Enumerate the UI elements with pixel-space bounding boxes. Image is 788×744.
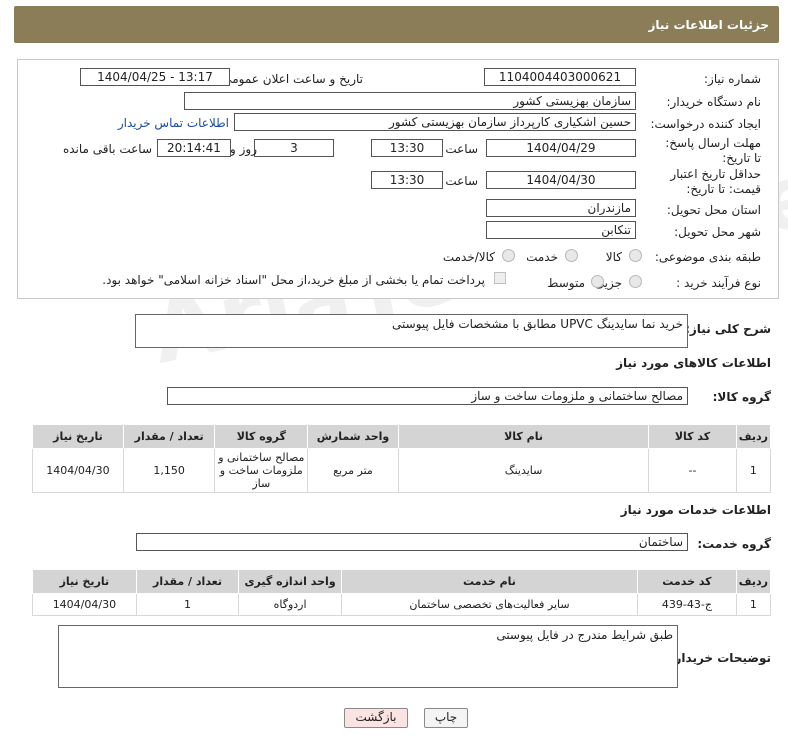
- deadline-label: مهلت ارسال پاسخ: تا تاریخ:: [665, 136, 761, 165]
- services-table-header: ردیف کد خدمت نام خدمت واحد اندازه گیری ت…: [32, 569, 772, 594]
- category-radio-goods[interactable]: [629, 249, 642, 262]
- process-option-medium: متوسط: [547, 276, 585, 290]
- validity-date-field: 1404/04/30: [486, 171, 636, 189]
- goods-cell-qty: 1,150: [122, 448, 216, 493]
- services-col-date: تاریخ نیاز: [32, 569, 137, 594]
- services-table: ردیف کد خدمت نام خدمت واحد اندازه گیری ت…: [32, 569, 772, 616]
- goods-cell-group: مصالح ساختمانی و ملزومات ساخت و ساز: [214, 448, 309, 493]
- services-cell-name: سایر فعالیت‌های تخصصی ساختمان: [340, 593, 639, 616]
- goods-table: ردیف کد کالا نام کالا واحد شمارش گروه کا…: [32, 424, 772, 493]
- creator-field: حسین اشکیاری کارپرداز سازمان بهزیستی کشو…: [234, 113, 636, 131]
- services-col-name: نام خدمت: [340, 569, 639, 594]
- buyer-org-label: نام دستگاه خریدار:: [666, 95, 762, 109]
- category-radio-service[interactable]: [565, 249, 578, 262]
- validity-time-field: 13:30: [371, 171, 443, 189]
- deadline-date-field: 1404/04/29: [486, 139, 636, 157]
- announce-field: 1404/04/25 - 13:17: [80, 68, 230, 86]
- province-label: استان محل تحویل:: [666, 203, 761, 217]
- services-section-title: اطلاعات خدمات مورد نیاز: [620, 503, 771, 517]
- contact-link[interactable]: اطلاعات تماس خریدار: [118, 116, 229, 130]
- services-cell-date: 1404/04/30: [32, 593, 137, 616]
- services-cell-code: ج-43-439: [637, 593, 737, 616]
- process-radio-medium[interactable]: [591, 275, 604, 288]
- goods-group-field: مصالح ساختمانی و ملزومات ساخت و ساز: [167, 387, 688, 405]
- goods-col-qty: تعداد / مقدار: [122, 424, 216, 449]
- goods-cell-date: 1404/04/30: [32, 448, 124, 493]
- city-field: تنکابن: [486, 221, 636, 239]
- need-number-field: 1104004403000621: [484, 68, 636, 86]
- category-option-goods: کالا: [605, 250, 622, 264]
- services-col-qty: تعداد / مقدار: [135, 569, 240, 594]
- summary-text: خرید نما سایدینگ UPVC مطابق با مشخصات فا…: [392, 317, 683, 331]
- buyer-notes-textarea: طبق شرایط مندرج در فایل پیوستی: [58, 625, 678, 688]
- goods-col-unit: واحد شمارش: [307, 424, 399, 449]
- services-col-unit: واحد اندازه گیری: [238, 569, 342, 594]
- deadline-time-label: ساعت: [445, 142, 478, 156]
- back-button[interactable]: بازگشت: [344, 708, 408, 728]
- province-field: مازندران: [486, 199, 636, 217]
- category-radio-goods-service[interactable]: [502, 249, 515, 262]
- category-option-service: خدمت: [526, 250, 558, 264]
- services-col-code: کد خدمت: [637, 569, 737, 594]
- goods-cell-code: --: [648, 448, 737, 493]
- services-group-label: گروه خدمت:: [697, 537, 771, 551]
- validity-time-label: ساعت: [445, 174, 478, 188]
- services-cell-row: 1: [735, 593, 772, 616]
- remaining-label: ساعت باقی مانده: [62, 142, 152, 156]
- services-cell-unit: اردوگاه: [238, 593, 342, 616]
- services-col-row: ردیف: [735, 569, 772, 594]
- payment-note: پرداخت تمام یا بخشی از مبلغ خرید،از محل …: [102, 273, 485, 287]
- payment-checkbox[interactable]: [494, 272, 506, 284]
- deadline-time-field: 13:30: [371, 139, 443, 157]
- services-group-field: ساختمان: [136, 533, 688, 551]
- buyer-org-field: سازمان بهزیستی کشور: [184, 92, 636, 110]
- city-label: شهر محل تحویل:: [674, 225, 761, 239]
- goods-cell-name: سایدینگ: [397, 448, 650, 493]
- table-row: 1 ج-43-439 سایر فعالیت‌های تخصصی ساختمان…: [32, 593, 772, 616]
- page-header: جزئیات اطلاعات نیاز: [14, 6, 779, 43]
- days-label: روز و: [230, 142, 257, 156]
- summary-label: شرح کلی نیاز:: [685, 322, 771, 336]
- process-radio-minor[interactable]: [629, 275, 642, 288]
- goods-table-header: ردیف کد کالا نام کالا واحد شمارش گروه کا…: [32, 424, 772, 449]
- process-label: نوع فرآیند خرید :: [676, 276, 761, 290]
- goods-col-name: نام کالا: [397, 424, 650, 449]
- need-number-label: شماره نیاز:: [704, 72, 761, 86]
- days-field: 3: [254, 139, 334, 157]
- buyer-notes-label: توضیحات خریدار:: [669, 651, 771, 665]
- goods-col-code: کد کالا: [648, 424, 737, 449]
- goods-col-group: گروه کالا: [214, 424, 309, 449]
- category-label: طبقه بندی موضوعی:: [654, 250, 761, 264]
- goods-group-label: گروه کالا:: [712, 390, 771, 404]
- summary-textarea: خرید نما سایدینگ UPVC مطابق با مشخصات فا…: [135, 314, 688, 348]
- creator-label: ایجاد کننده درخواست:: [650, 117, 761, 131]
- table-row: 1 -- سایدینگ متر مربع مصالح ساختمانی و م…: [32, 448, 772, 493]
- services-cell-qty: 1: [135, 593, 240, 616]
- goods-col-row: ردیف: [735, 424, 772, 449]
- buyer-notes-text: طبق شرایط مندرج در فایل پیوستی: [496, 628, 673, 642]
- print-button[interactable]: چاپ: [424, 708, 468, 728]
- validity-label: حداقل تاریخ اعتبار قیمت: تا تاریخ:: [670, 167, 761, 196]
- page-title: جزئیات اطلاعات نیاز: [648, 18, 769, 32]
- category-option-goods-service: کالا/خدمت: [442, 250, 495, 264]
- goods-cell-row: 1: [735, 448, 772, 493]
- goods-col-date: تاریخ نیاز: [32, 424, 124, 449]
- remaining-time-field: 20:14:41: [157, 139, 231, 157]
- announce-label: تاریخ و ساعت اعلان عمومی:: [218, 72, 363, 86]
- goods-cell-unit: متر مربع: [307, 448, 399, 493]
- goods-section-title: اطلاعات کالاهای مورد نیاز: [616, 356, 771, 370]
